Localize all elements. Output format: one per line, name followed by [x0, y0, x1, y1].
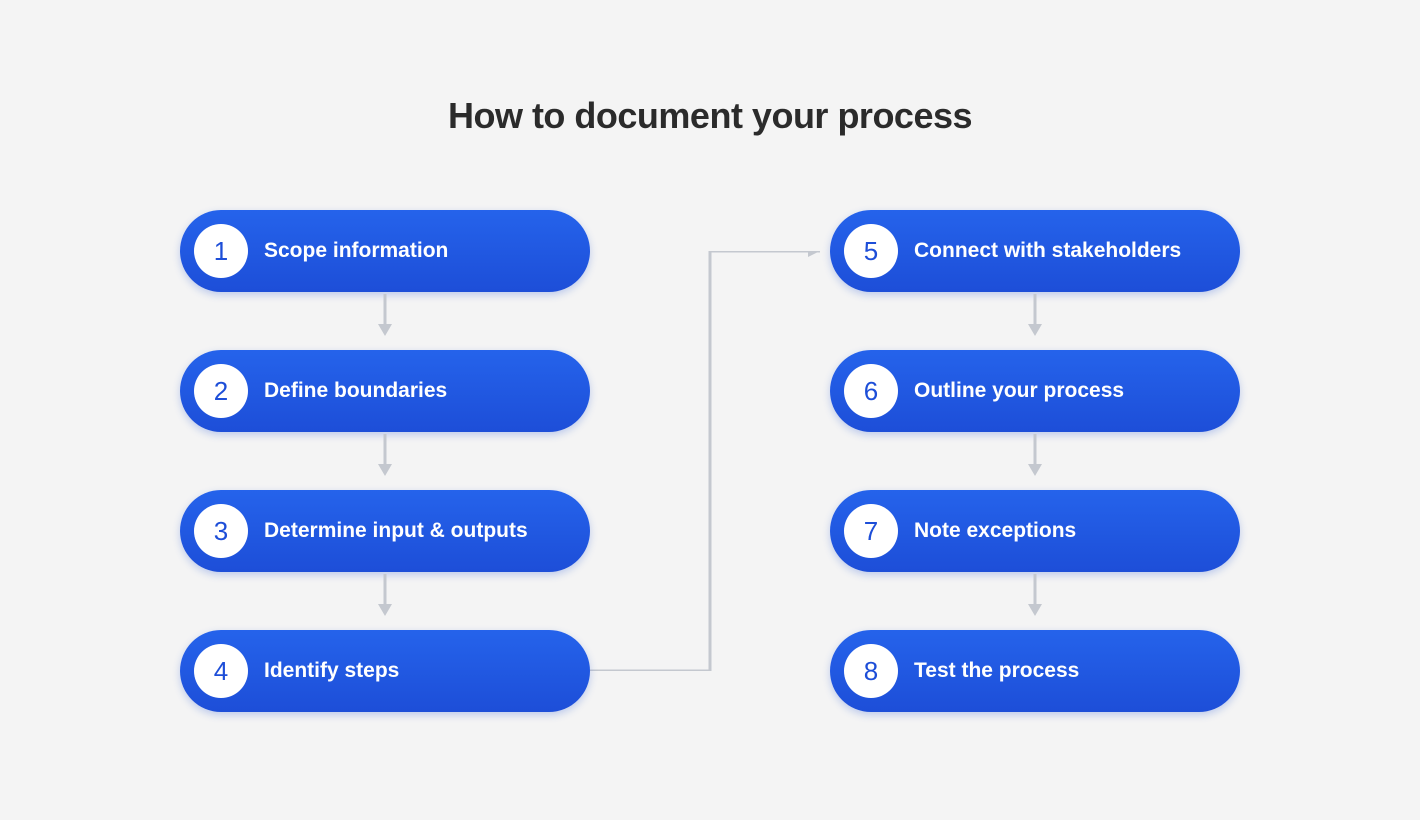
step-label: Scope information: [264, 239, 448, 263]
step-number-badge: 3: [194, 504, 248, 558]
flow-diagram: 1 Scope information 2 Define boundaries …: [180, 190, 1240, 750]
step-2: 2 Define boundaries: [180, 350, 590, 432]
step-number-badge: 5: [844, 224, 898, 278]
down-arrow-icon: [375, 294, 395, 334]
down-arrow-icon: [375, 574, 395, 614]
step-label: Determine input & outputs: [264, 519, 528, 543]
step-label: Connect with stakeholders: [914, 239, 1181, 263]
down-arrow-icon: [1025, 294, 1045, 334]
step-number-badge: 8: [844, 644, 898, 698]
connector-arrow-icon: [590, 251, 830, 671]
step-3: 3 Determine input & outputs: [180, 490, 590, 572]
step-number-badge: 7: [844, 504, 898, 558]
step-label: Identify steps: [264, 659, 399, 683]
step-label: Note exceptions: [914, 519, 1076, 543]
step-4: 4 Identify steps: [180, 630, 590, 712]
step-1: 1 Scope information: [180, 210, 590, 292]
step-number-badge: 6: [844, 364, 898, 418]
down-arrow-icon: [375, 434, 395, 474]
step-7: 7 Note exceptions: [830, 490, 1240, 572]
down-arrow-icon: [1025, 434, 1045, 474]
step-label: Outline your process: [914, 379, 1124, 403]
step-8: 8 Test the process: [830, 630, 1240, 712]
diagram-title: How to document your process: [0, 95, 1420, 137]
down-arrow-icon: [1025, 574, 1045, 614]
step-number-badge: 2: [194, 364, 248, 418]
step-label: Test the process: [914, 659, 1079, 683]
step-number-badge: 4: [194, 644, 248, 698]
step-6: 6 Outline your process: [830, 350, 1240, 432]
diagram-canvas: How to document your process 1 Scope inf…: [0, 0, 1420, 820]
step-5: 5 Connect with stakeholders: [830, 210, 1240, 292]
step-label: Define boundaries: [264, 379, 447, 403]
step-number-badge: 1: [194, 224, 248, 278]
